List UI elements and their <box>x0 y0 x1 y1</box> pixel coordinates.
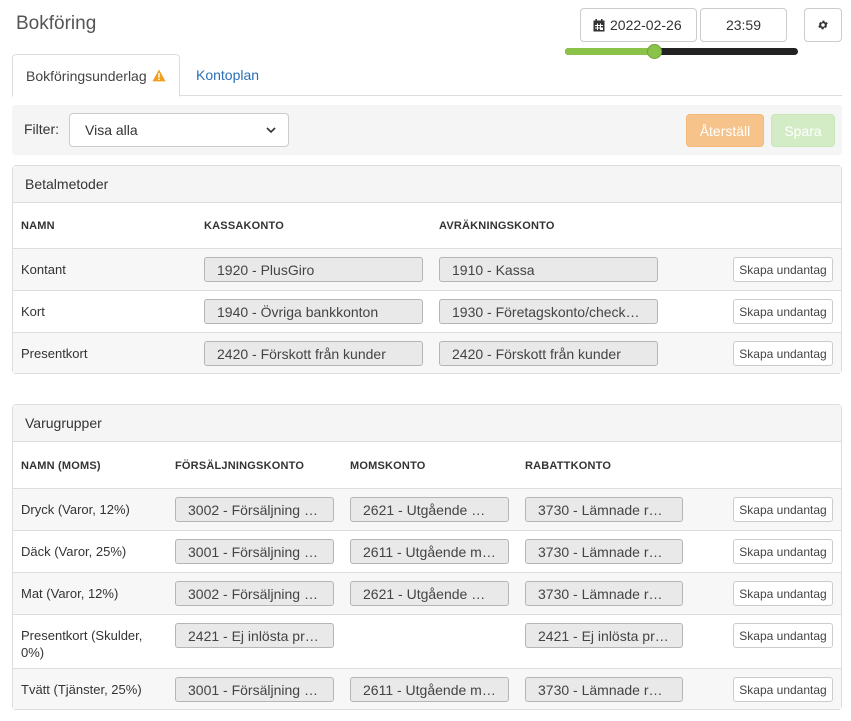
gear-icon <box>818 20 828 30</box>
row-name: Dryck (Varor, 12%) <box>21 502 130 517</box>
create-exception-button[interactable]: Skapa undantag <box>733 623 833 648</box>
table-row: Presentkort 2420 - Förskott från kunder … <box>13 332 841 373</box>
panel-title: Varugrupper <box>13 405 841 442</box>
create-exception-button[interactable]: Skapa undantag <box>733 299 833 324</box>
table-row: Kontant 1920 - PlusGiro 1910 - Kassa Ska… <box>13 248 841 290</box>
filter-selected-value: Visa alla <box>85 122 138 138</box>
product-groups-panel: Varugrupper NAMN (MOMS) FÖRSÄLJNINGSKONT… <box>12 404 842 710</box>
sales-account-select[interactable]: 3001 - Försäljning tjänster 25% <box>175 677 334 702</box>
sales-account-select[interactable]: 3002 - Försäljning varor 12% <box>175 497 334 522</box>
create-exception-button[interactable]: Skapa undantag <box>733 257 833 282</box>
sales-account-select[interactable]: 3002 - Försäljning varor 12% <box>175 581 334 606</box>
vat-account-select[interactable]: 2611 - Utgående moms 25% <box>350 677 509 702</box>
settings-button[interactable] <box>804 8 842 42</box>
row-name: Kort <box>21 304 45 319</box>
vat-account-select[interactable]: 2621 - Utgående moms 12% <box>350 581 509 606</box>
column-header-name: NAMN <box>21 220 55 232</box>
chevron-down-icon <box>266 126 276 133</box>
payment-methods-panel: Betalmetoder NAMN KASSAKONTO AVRÄKNINGSK… <box>12 165 842 374</box>
settlement-account-select[interactable]: 1910 - Kassa <box>439 257 658 282</box>
table-row: Dryck (Varor, 12%) 3002 - Försäljning va… <box>13 488 841 530</box>
column-header-cash-account: KASSAKONTO <box>204 220 285 232</box>
filter-label: Filter: <box>24 121 59 137</box>
calendar-icon <box>593 18 605 31</box>
column-header-vat-account: MOMSKONTO <box>350 460 426 472</box>
tab-bokforingsunderlag[interactable]: Bokföringsunderlag <box>12 54 180 97</box>
time-value: 23:59 <box>725 17 762 33</box>
create-exception-button[interactable]: Skapa undantag <box>733 539 833 564</box>
create-exception-button[interactable]: Skapa undantag <box>733 341 833 366</box>
tab-label: Kontoplan <box>196 67 260 83</box>
discount-account-select[interactable]: 3730 - Lämnade rabatter <box>525 581 683 606</box>
tab-label: Bokföringsunderlag <box>26 67 147 84</box>
row-name: Mat (Varor, 12%) <box>21 586 119 601</box>
table-row: Presentkort (Skulder, 0%) 2421 - Ej inlö… <box>13 614 841 668</box>
cash-account-select[interactable]: 1920 - PlusGiro <box>204 257 423 282</box>
column-header-settlement-account: AVRÄKNINGSKONTO <box>439 220 555 232</box>
discount-account-select[interactable]: 3730 - Lämnade rabatter <box>525 497 683 522</box>
cash-account-select[interactable]: 1940 - Övriga bankkonton <box>204 299 423 324</box>
discount-account-select[interactable]: 3730 - Lämnade rabatter <box>525 677 683 702</box>
column-header-discount-account: RABATTKONTO <box>525 460 612 472</box>
cash-account-select[interactable]: 2420 - Förskott från kunder <box>204 341 423 366</box>
table-row: Tvätt (Tjänster, 25%) 3001 - Försäljning… <box>13 668 841 709</box>
reset-button[interactable]: Återställ <box>686 114 764 147</box>
warning-icon <box>152 69 166 82</box>
create-exception-button[interactable]: Skapa undantag <box>733 581 833 606</box>
filter-select[interactable]: Visa alla <box>69 113 289 147</box>
save-button[interactable]: Spara <box>771 114 835 147</box>
sales-account-select[interactable]: 2421 - Ej inlösta presentkort <box>175 623 334 648</box>
time-input[interactable]: 23:59 <box>700 8 787 42</box>
create-exception-button[interactable]: Skapa undantag <box>733 677 833 702</box>
tab-bar: Bokföringsunderlag Kontoplan <box>12 54 842 97</box>
column-header-sales-account: FÖRSÄLJNINGSKONTO <box>175 460 305 472</box>
settlement-account-select[interactable]: 2420 - Förskott från kunder <box>439 341 658 366</box>
row-name: Presentkort (Skulder, 0%) <box>21 628 143 660</box>
settlement-account-select[interactable]: 1930 - Företagskonto/checkkonto <box>439 299 658 324</box>
panel-title: Betalmetoder <box>13 166 841 203</box>
date-picker[interactable]: 2022-02-26 <box>580 8 697 42</box>
discount-account-select[interactable]: 2421 - Ej inlösta presentkort <box>525 623 683 648</box>
tab-kontoplan[interactable]: Kontoplan <box>183 54 272 96</box>
vat-account-select[interactable]: 2621 - Utgående moms 12% <box>350 497 509 522</box>
row-name: Tvätt (Tjänster, 25%) <box>21 682 142 697</box>
row-name: Däck (Varor, 25%) <box>21 544 127 559</box>
column-header-name-vat: NAMN (MOMS) <box>21 460 101 472</box>
create-exception-button[interactable]: Skapa undantag <box>733 497 833 522</box>
discount-account-select[interactable]: 3730 - Lämnade rabatter <box>525 539 683 564</box>
date-value: 2022-02-26 <box>610 17 682 33</box>
table-row: Mat (Varor, 12%) 3002 - Försäljning varo… <box>13 572 841 614</box>
row-name: Presentkort <box>21 346 88 361</box>
page-title: Bokföring <box>16 13 97 34</box>
row-name: Kontant <box>21 262 66 277</box>
sales-account-select[interactable]: 3001 - Försäljning varor 25% <box>175 539 334 564</box>
filter-bar: Filter: Visa alla Återställ Spara <box>12 105 842 155</box>
table-row: Däck (Varor, 25%) 3001 - Försäljning var… <box>13 530 841 572</box>
table-row: Kort 1940 - Övriga bankkonton 1930 - För… <box>13 290 841 332</box>
vat-account-select[interactable]: 2611 - Utgående moms 25% <box>350 539 509 564</box>
